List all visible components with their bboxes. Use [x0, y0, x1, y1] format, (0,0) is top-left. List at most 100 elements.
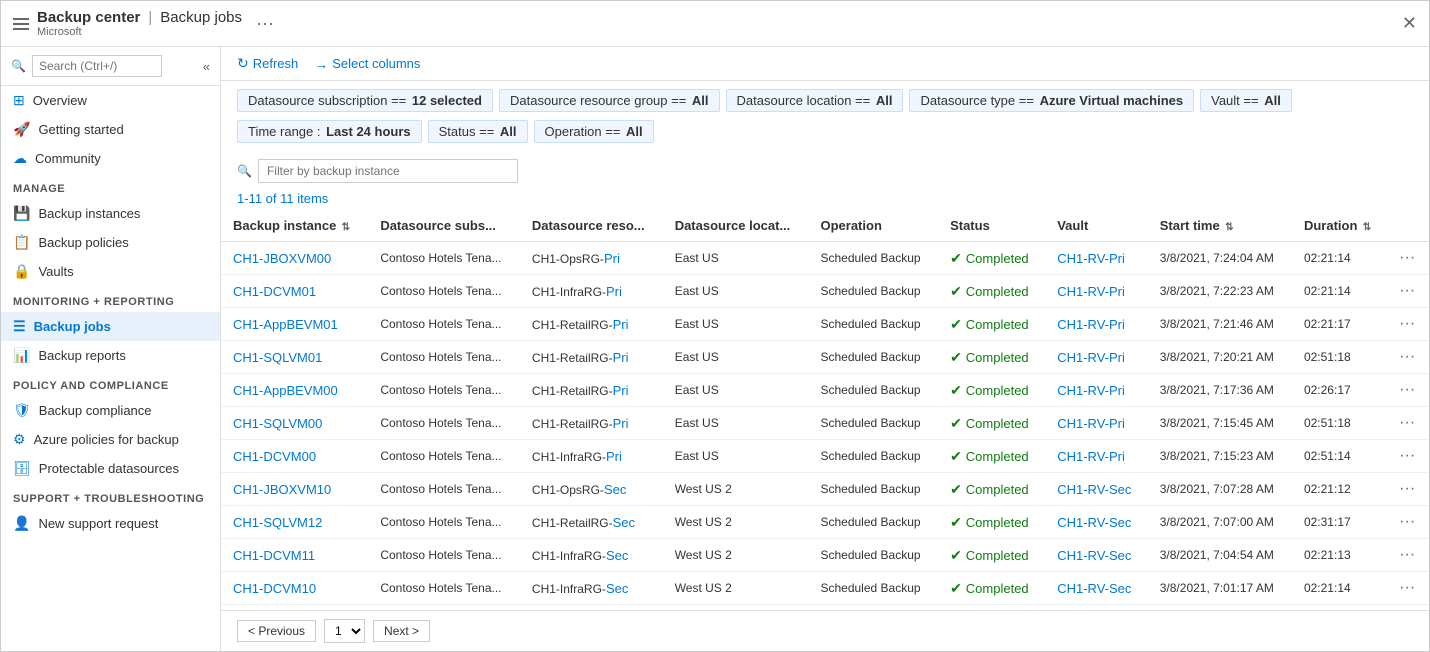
- vault-cell: CH1-RV-Pri: [1045, 407, 1148, 440]
- filter-chip-operation[interactable]: Operation == All: [534, 120, 654, 143]
- vault-link[interactable]: CH1-RV-Pri: [1057, 449, 1125, 464]
- sidebar-item-new-support-request[interactable]: 👤 New support request: [1, 509, 220, 538]
- datasource-subs-cell: Contoso Hotels Tena...: [368, 374, 520, 407]
- backup-instance-link[interactable]: CH1-JBOXVM10: [233, 482, 331, 497]
- search-filter-container: 🔍: [221, 151, 1429, 187]
- refresh-button[interactable]: ↻ Refresh: [237, 55, 298, 72]
- datasource-locat-cell: East US: [663, 374, 809, 407]
- row-actions-cell[interactable]: ···: [1387, 506, 1429, 539]
- operation-cell: Scheduled Backup: [808, 506, 938, 539]
- status-cell: ✔Completed: [938, 572, 1045, 605]
- backup-instance-link[interactable]: CH1-SQLVM12: [233, 515, 322, 530]
- vault-link[interactable]: CH1-RV-Pri: [1057, 317, 1125, 332]
- close-icon[interactable]: ✕: [1402, 13, 1417, 34]
- dots-menu-icon[interactable]: ···: [256, 13, 274, 34]
- datasource-locat-cell: West US 2: [663, 572, 809, 605]
- backup-instance-link[interactable]: CH1-DCVM10: [233, 581, 316, 596]
- row-actions-cell[interactable]: ···: [1387, 473, 1429, 506]
- sidebar-item-backup-compliance[interactable]: 🛡 Backup compliance: [1, 396, 220, 425]
- vault-link[interactable]: CH1-RV-Sec: [1057, 482, 1131, 497]
- row-actions-cell[interactable]: ···: [1387, 440, 1429, 473]
- sidebar-item-vaults[interactable]: 🔒 Vaults: [1, 257, 220, 286]
- content-area: ↻ Refresh → Select columns Datasource su…: [221, 47, 1429, 651]
- collapse-sidebar-button[interactable]: «: [203, 59, 210, 74]
- backup-instance-link[interactable]: CH1-SQLVM00: [233, 416, 322, 431]
- status-cell: ✔Completed: [938, 275, 1045, 308]
- status-ok-icon: ✔: [950, 250, 962, 267]
- vault-link[interactable]: CH1-RV-Pri: [1057, 284, 1125, 299]
- sidebar-item-azure-policies[interactable]: ⚙ Azure policies for backup: [1, 425, 220, 454]
- page-select[interactable]: 1: [324, 619, 365, 643]
- row-actions-cell[interactable]: ···: [1387, 374, 1429, 407]
- row-actions-cell[interactable]: ···: [1387, 572, 1429, 605]
- vault-cell: CH1-RV-Sec: [1045, 473, 1148, 506]
- table-row: CH1-JBOXVM00Contoso Hotels Tena...CH1-Op…: [221, 242, 1429, 275]
- backup-instance-link[interactable]: CH1-JBOXVM00: [233, 251, 331, 266]
- vault-link[interactable]: CH1-RV-Pri: [1057, 416, 1125, 431]
- select-columns-button[interactable]: → Select columns: [314, 56, 420, 72]
- datasource-reso-cell: CH1-InfraRG-Sec: [520, 539, 663, 572]
- backup-instance-link[interactable]: CH1-AppBEVM01: [233, 317, 338, 332]
- row-actions-cell[interactable]: ···: [1387, 242, 1429, 275]
- filter-chip-datasource-type[interactable]: Datasource type == Azure Virtual machine…: [909, 89, 1194, 112]
- previous-button[interactable]: < Previous: [237, 620, 316, 642]
- filter-chip-vault[interactable]: Vault == All: [1200, 89, 1292, 112]
- sidebar-item-backup-reports[interactable]: 📊 Backup reports: [1, 341, 220, 370]
- sidebar-item-label: Overview: [33, 93, 87, 108]
- title-subtitle: Microsoft: [37, 26, 242, 38]
- status-text: Completed: [966, 548, 1029, 563]
- row-actions-cell[interactable]: ···: [1387, 407, 1429, 440]
- results-count: 1-11 of 11 items: [221, 187, 1429, 210]
- sidebar-item-backup-policies[interactable]: 📋 Backup policies: [1, 228, 220, 257]
- row-actions-cell[interactable]: ···: [1387, 341, 1429, 374]
- sidebar: 🔍 « ⊞ Overview 🚀 Getting started ☁ Commu…: [1, 47, 221, 651]
- vault-link[interactable]: CH1-RV-Pri: [1057, 350, 1125, 365]
- sidebar-item-backup-instances[interactable]: 💾 Backup instances: [1, 199, 220, 228]
- status-cell: ✔Completed: [938, 374, 1045, 407]
- vault-link[interactable]: CH1-RV-Pri: [1057, 383, 1125, 398]
- vault-link[interactable]: CH1-RV-Pri: [1057, 251, 1125, 266]
- start-time-cell: 3/8/2021, 7:07:00 AM: [1148, 506, 1292, 539]
- datasource-locat-cell: West US 2: [663, 506, 809, 539]
- duration-cell: 02:21:12: [1292, 473, 1387, 506]
- table-row: CH1-AppBEVM01Contoso Hotels Tena...CH1-R…: [221, 308, 1429, 341]
- backup-instance-filter-input[interactable]: [258, 159, 518, 183]
- backup-instance-link[interactable]: CH1-DCVM00: [233, 449, 316, 464]
- hamburger-menu[interactable]: [13, 18, 29, 30]
- backup-instance-link[interactable]: CH1-DCVM11: [233, 548, 315, 563]
- vault-link[interactable]: CH1-RV-Sec: [1057, 515, 1131, 530]
- start-time-cell: 3/8/2021, 7:15:23 AM: [1148, 440, 1292, 473]
- filter-chip-datasource-resource-group[interactable]: Datasource resource group == All: [499, 89, 720, 112]
- sidebar-item-getting-started[interactable]: 🚀 Getting started: [1, 115, 220, 144]
- filter-chip-datasource-subscription[interactable]: Datasource subscription == 12 selected: [237, 89, 493, 112]
- col-start-time[interactable]: Start time ⇅: [1148, 210, 1292, 242]
- search-input[interactable]: [32, 55, 162, 77]
- status-text: Completed: [966, 350, 1029, 365]
- vault-link[interactable]: CH1-RV-Sec: [1057, 581, 1131, 596]
- row-actions-cell[interactable]: ···: [1387, 308, 1429, 341]
- backup-instance-link[interactable]: CH1-SQLVM01: [233, 350, 322, 365]
- datasource-subs-cell: Contoso Hotels Tena...: [368, 440, 520, 473]
- vault-link[interactable]: CH1-RV-Sec: [1057, 548, 1131, 563]
- refresh-label: Refresh: [253, 56, 299, 71]
- datasource-reso-cell: CH1-RetailRG-Pri: [520, 407, 663, 440]
- support-icon: 👤: [13, 515, 30, 532]
- next-button[interactable]: Next >: [373, 620, 430, 642]
- filter-chip-time-range[interactable]: Time range : Last 24 hours: [237, 120, 422, 143]
- datasource-subs-cell: Contoso Hotels Tena...: [368, 341, 520, 374]
- filter-chip-datasource-location[interactable]: Datasource location == All: [726, 89, 904, 112]
- vault-cell: CH1-RV-Sec: [1045, 539, 1148, 572]
- backup-instance-link[interactable]: CH1-AppBEVM00: [233, 383, 338, 398]
- filter-chip-status[interactable]: Status == All: [428, 120, 528, 143]
- col-backup-instance[interactable]: Backup instance ⇅: [221, 210, 368, 242]
- operation-cell: Scheduled Backup: [808, 539, 938, 572]
- sort-icon-duration: ⇅: [1363, 222, 1371, 233]
- row-actions-cell[interactable]: ···: [1387, 275, 1429, 308]
- sidebar-item-community[interactable]: ☁ Community: [1, 144, 220, 173]
- row-actions-cell[interactable]: ···: [1387, 539, 1429, 572]
- sidebar-item-protectable-datasources[interactable]: 🗄 Protectable datasources: [1, 454, 220, 483]
- backup-instance-link[interactable]: CH1-DCVM01: [233, 284, 316, 299]
- col-duration[interactable]: Duration ⇅: [1292, 210, 1387, 242]
- sidebar-item-backup-jobs[interactable]: ☰ Backup jobs: [1, 312, 220, 341]
- sidebar-item-overview[interactable]: ⊞ Overview: [1, 86, 220, 115]
